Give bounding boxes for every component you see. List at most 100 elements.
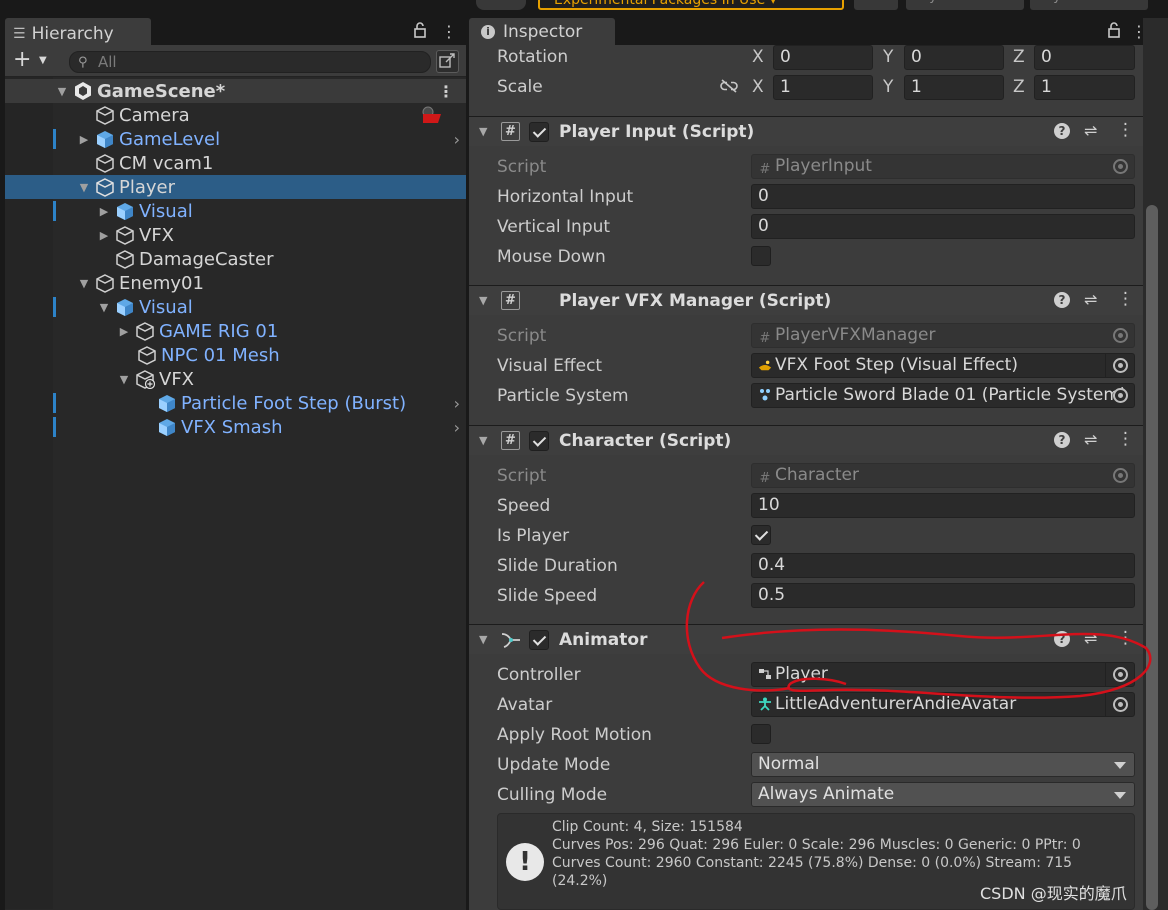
list-item[interactable]: ▼ Enemy01 xyxy=(5,271,466,295)
layers-dropdown[interactable]: Layers xyxy=(906,0,1024,10)
apply-root-motion-checkbox[interactable] xyxy=(751,724,771,744)
is-player-checkbox[interactable] xyxy=(751,525,771,545)
slide-speed-field[interactable]: 0.5 xyxy=(751,583,1135,608)
speed-field[interactable]: 10 xyxy=(751,493,1135,518)
component-enabled-checkbox[interactable] xyxy=(529,431,549,451)
experimental-packages-badge[interactable]: Experimental Packages In Use ▾ xyxy=(538,0,844,10)
script-field[interactable]: # Character xyxy=(751,463,1135,488)
object-picker-icon[interactable] xyxy=(1113,667,1128,682)
help-icon[interactable]: ? xyxy=(1054,123,1070,139)
component-header-animator[interactable]: ▼ Animator ? ⇌ ⋮ xyxy=(469,624,1143,654)
component-enabled-checkbox[interactable] xyxy=(529,122,549,142)
scrollbar-thumb[interactable] xyxy=(1146,205,1158,910)
vertical-input-field[interactable]: 0 xyxy=(751,214,1135,239)
rotation-x-field[interactable]: 0 xyxy=(773,45,873,70)
search-button[interactable] xyxy=(854,0,898,10)
list-item[interactable]: Particle Foot Step (Burst) › xyxy=(5,391,466,415)
search-input[interactable]: ⚲ All xyxy=(69,51,431,73)
fold-arrow-icon[interactable]: ▼ xyxy=(77,181,91,194)
fold-arrow-icon[interactable]: ▼ xyxy=(97,301,111,314)
add-icon[interactable]: + xyxy=(13,49,31,71)
fold-arrow-icon[interactable]: ▼ xyxy=(479,633,487,646)
layout-dropdown[interactable]: Layout xyxy=(1030,0,1148,10)
mouse-down-checkbox[interactable] xyxy=(751,246,771,266)
culling-mode-dropdown[interactable]: Always Animate xyxy=(751,782,1135,807)
object-picker-icon[interactable] xyxy=(1113,388,1128,403)
chevron-right-icon[interactable]: › xyxy=(454,130,460,149)
kebab-menu-icon[interactable]: ⋮ xyxy=(1117,628,1134,648)
scale-z-field[interactable]: 1 xyxy=(1034,75,1135,100)
kebab-menu-icon[interactable]: ⋮ xyxy=(1117,289,1134,309)
component-header-player-input[interactable]: ▼ # Player Input (Script) ? ⇌ ⋮ xyxy=(469,116,1143,146)
help-icon[interactable]: ? xyxy=(1054,631,1070,647)
object-picker-icon[interactable] xyxy=(1113,468,1128,483)
list-item[interactable]: NPC 01 Mesh xyxy=(5,343,466,367)
filter-button[interactable] xyxy=(436,50,459,73)
tab-inspector[interactable]: i Inspector xyxy=(469,18,615,45)
script-field[interactable]: # PlayerVFXManager xyxy=(751,323,1135,348)
kebab-menu-icon[interactable]: ⋮ xyxy=(1117,120,1134,140)
list-item[interactable]: ▶ GAME RIG 01 xyxy=(5,319,466,343)
rotation-y-field[interactable]: 0 xyxy=(904,45,1004,70)
fold-arrow-icon[interactable]: ▼ xyxy=(117,373,131,386)
help-icon[interactable]: ? xyxy=(1054,292,1070,308)
camera-gizmo-icon[interactable] xyxy=(419,105,443,125)
list-item[interactable]: ▼ Visual xyxy=(5,295,466,319)
help-icon[interactable]: ? xyxy=(1054,432,1070,448)
kebab-menu-icon[interactable]: ⋮ xyxy=(441,22,457,41)
object-picker-icon[interactable] xyxy=(1113,328,1128,343)
presets-icon[interactable]: ⇌ xyxy=(1084,629,1097,648)
kebab-menu-icon[interactable]: ⋮ xyxy=(1117,429,1134,449)
lock-icon[interactable] xyxy=(1107,22,1121,42)
scale-x-field[interactable]: 1 xyxy=(773,75,873,100)
list-item[interactable]: CM vcam1 xyxy=(5,151,466,175)
fold-arrow-icon[interactable]: ▼ xyxy=(479,294,487,307)
list-item[interactable]: ▶ Visual xyxy=(5,199,466,223)
fold-arrow-icon[interactable]: ▶ xyxy=(97,229,111,242)
component-header-character[interactable]: ▼ # Character (Script) ? ⇌ ⋮ xyxy=(469,425,1143,455)
list-item[interactable]: ▶ GameLevel › xyxy=(5,127,466,151)
fold-arrow-icon[interactable]: ▼ xyxy=(55,85,69,98)
unlinked-scale-icon[interactable] xyxy=(719,78,739,94)
scale-y-field[interactable]: 1 xyxy=(904,75,1004,100)
fold-arrow-icon[interactable]: ▼ xyxy=(77,277,91,290)
presets-icon[interactable]: ⇌ xyxy=(1084,121,1097,140)
rotation-z-field[interactable]: 0 xyxy=(1034,45,1135,70)
list-item[interactable]: ▶ VFX xyxy=(5,223,466,247)
history-button[interactable] xyxy=(476,0,526,10)
is-player-label: Is Player xyxy=(497,526,570,546)
list-item[interactable]: DamageCaster xyxy=(5,247,466,271)
controller-field[interactable]: Player xyxy=(751,662,1135,687)
visual-effect-field[interactable]: VFX Foot Step (Visual Effect) xyxy=(751,353,1135,378)
component-enabled-checkbox[interactable] xyxy=(529,630,549,650)
tab-hierarchy[interactable]: ☰ Hierarchy xyxy=(5,18,151,45)
chevron-down-icon[interactable]: ▼ xyxy=(39,55,47,66)
list-item[interactable]: Camera xyxy=(5,103,466,127)
object-picker-icon[interactable] xyxy=(1113,697,1128,712)
fold-arrow-icon[interactable]: ▶ xyxy=(117,325,131,338)
list-item-selected[interactable]: ▼ Player xyxy=(5,175,466,199)
fold-arrow-icon[interactable]: ▶ xyxy=(77,133,91,146)
presets-icon[interactable]: ⇌ xyxy=(1084,290,1097,309)
presets-icon[interactable]: ⇌ xyxy=(1084,430,1097,449)
update-mode-dropdown[interactable]: Normal xyxy=(751,752,1135,777)
object-picker-icon[interactable] xyxy=(1113,159,1128,174)
fold-arrow-icon[interactable]: ▼ xyxy=(479,125,487,138)
object-picker-icon[interactable] xyxy=(1113,358,1128,373)
script-field[interactable]: # PlayerInput xyxy=(751,154,1135,179)
lock-icon[interactable] xyxy=(413,22,427,42)
fold-arrow-icon[interactable]: ▶ xyxy=(97,205,111,218)
component-header-vfx-manager[interactable]: ▼ # Player VFX Manager (Script) ? ⇌ ⋮ xyxy=(469,285,1143,315)
particle-system-field[interactable]: Particle Sword Blade 01 (Particle System… xyxy=(751,383,1135,408)
horizontal-input-field[interactable]: 0 xyxy=(751,184,1135,209)
scene-row[interactable]: ▼ GameScene* ⋮ xyxy=(5,79,466,103)
fold-arrow-icon[interactable]: ▼ xyxy=(479,434,487,447)
avatar-field[interactable]: LittleAdventurerAndieAvatar xyxy=(751,692,1135,717)
kebab-menu-icon[interactable]: ⋮ xyxy=(438,82,454,101)
list-item[interactable]: VFX Smash › xyxy=(5,415,466,439)
chevron-right-icon[interactable]: › xyxy=(454,418,460,437)
kebab-menu-icon[interactable]: ⋮ xyxy=(1131,22,1143,41)
list-item[interactable]: ▼ VFX xyxy=(5,367,466,391)
chevron-right-icon[interactable]: › xyxy=(454,394,460,413)
slide-duration-field[interactable]: 0.4 xyxy=(751,553,1135,578)
